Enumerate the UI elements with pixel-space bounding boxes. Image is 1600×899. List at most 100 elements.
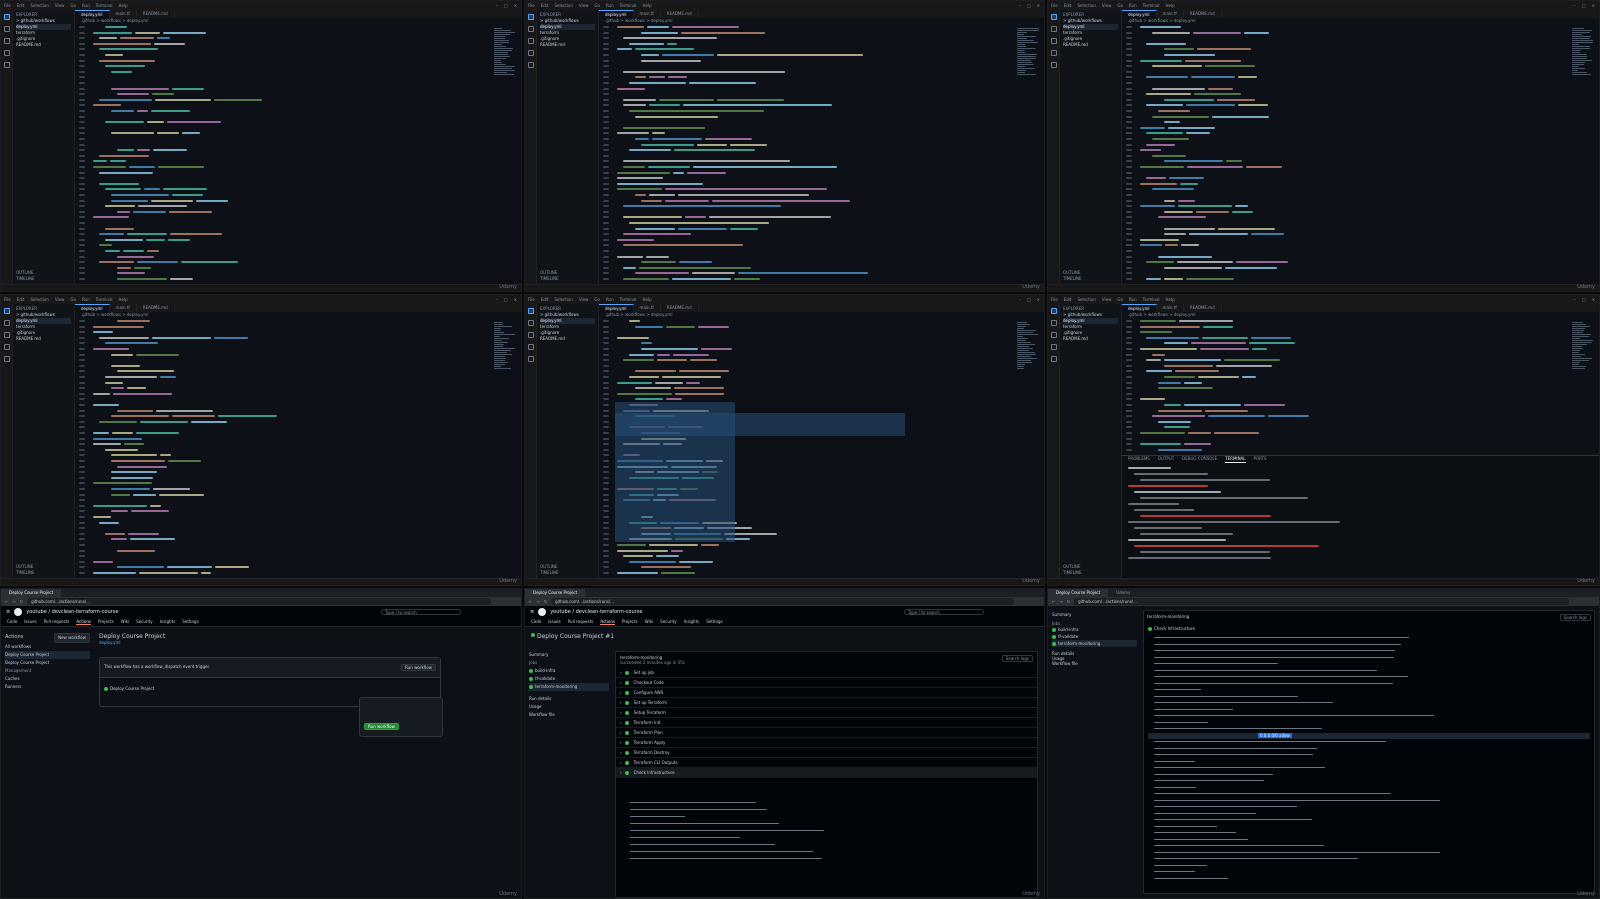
maximize-icon[interactable]: □ bbox=[1027, 297, 1031, 302]
menu-item[interactable]: Terminal bbox=[1143, 297, 1160, 302]
menu-item[interactable]: Go bbox=[70, 3, 76, 8]
search-icon[interactable] bbox=[3, 26, 10, 32]
step-name[interactable]: Check Infrastructure bbox=[634, 770, 675, 775]
browser-tab[interactable]: Udemy bbox=[1108, 589, 1138, 597]
job-item[interactable]: build-infra bbox=[1052, 626, 1137, 633]
browser-tab[interactable]: Deploy Course Project bbox=[1048, 589, 1109, 597]
menu-item[interactable]: Go bbox=[1117, 297, 1123, 302]
job-step[interactable]: › Set up job bbox=[616, 668, 1037, 678]
menu-item[interactable]: View bbox=[1102, 297, 1112, 302]
menu-item[interactable]: View bbox=[579, 3, 589, 8]
step-name[interactable]: Set up job bbox=[634, 670, 654, 675]
run-debug-icon[interactable] bbox=[3, 344, 10, 350]
code-editor[interactable] bbox=[599, 24, 1014, 284]
menu-item[interactable]: Selection bbox=[554, 3, 572, 8]
reload-icon[interactable]: ↻ bbox=[20, 599, 23, 604]
tab-0[interactable]: deploy.yml bbox=[599, 304, 634, 312]
job-step[interactable]: › Terraform Init bbox=[616, 718, 1037, 728]
timeline-label[interactable]: TIMELINE bbox=[1063, 570, 1082, 576]
workflow-file-link[interactable]: Workflow file bbox=[1052, 661, 1137, 666]
menu-item[interactable]: File bbox=[1051, 297, 1058, 302]
back-icon[interactable]: ← bbox=[1052, 599, 1055, 604]
step-name[interactable]: Set up Terraform bbox=[634, 700, 667, 705]
tab-0[interactable]: deploy.yml bbox=[1122, 304, 1157, 312]
menu-item[interactable]: Terminal bbox=[1143, 3, 1160, 8]
menu-item[interactable]: Go bbox=[1117, 3, 1123, 8]
terminal-tab[interactable]: PROBLEMS bbox=[1128, 456, 1150, 463]
tab-2[interactable]: README.md bbox=[137, 304, 175, 312]
step-name[interactable]: Terraform Apply bbox=[634, 740, 666, 745]
all-workflows-link[interactable]: All workflows bbox=[5, 643, 90, 651]
workflow-file-link[interactable]: Workflow file bbox=[529, 711, 609, 719]
nav-pull-requests[interactable]: Pull requests bbox=[568, 619, 594, 624]
explorer-item[interactable]: README.md bbox=[540, 42, 595, 48]
nav-security[interactable]: Security bbox=[660, 619, 676, 624]
menu-item[interactable]: Edit bbox=[17, 3, 25, 8]
job-step[interactable]: › Set up Terraform bbox=[616, 698, 1037, 708]
job-step[interactable]: › Terraform Plan bbox=[616, 728, 1037, 738]
menu-item[interactable]: Run bbox=[606, 297, 614, 302]
menu-item[interactable]: Run bbox=[606, 3, 614, 8]
nav-projects[interactable]: Projects bbox=[622, 619, 638, 624]
search-input[interactable]: Type / to search bbox=[904, 608, 984, 615]
tab-1[interactable]: main.tf bbox=[1157, 10, 1184, 18]
nav-code[interactable]: Code bbox=[531, 619, 541, 624]
search-logs-input[interactable]: Search logs bbox=[1001, 655, 1033, 662]
extensions-icon[interactable] bbox=[1050, 356, 1057, 362]
nav-code[interactable]: Code bbox=[7, 619, 17, 624]
search-icon[interactable] bbox=[527, 26, 534, 32]
menu-item[interactable]: Selection bbox=[1077, 3, 1095, 8]
menu-item[interactable]: File bbox=[4, 3, 11, 8]
menu-item[interactable]: Help bbox=[1166, 3, 1175, 8]
job-step[interactable]: › Setup Terraform bbox=[616, 708, 1037, 718]
back-icon[interactable]: ← bbox=[5, 599, 8, 604]
menu-item[interactable]: Terminal bbox=[96, 3, 113, 8]
files-icon[interactable] bbox=[527, 14, 534, 20]
menu-item[interactable]: File bbox=[528, 3, 535, 8]
job-item[interactable]: terraform-monitoring bbox=[1052, 640, 1137, 647]
job-step[interactable]: › Configure AWS bbox=[616, 688, 1037, 698]
minimize-icon[interactable]: – bbox=[496, 3, 498, 8]
workflow-link[interactable]: Deploy Course Project bbox=[5, 651, 90, 659]
code-editor[interactable] bbox=[75, 318, 491, 578]
menu-item[interactable]: Selection bbox=[30, 3, 48, 8]
timeline-label[interactable]: TIMELINE bbox=[1063, 276, 1082, 282]
workflow-link[interactable]: Deploy Course Project bbox=[5, 659, 90, 667]
menu-item[interactable]: Run bbox=[82, 3, 90, 8]
step-name[interactable]: Terraform CLI Outputs bbox=[634, 760, 678, 765]
step-name[interactable]: Configure AWS bbox=[634, 690, 664, 695]
menu-item[interactable]: Help bbox=[1166, 297, 1175, 302]
explorer-item[interactable]: README.md bbox=[540, 336, 595, 342]
repo-name[interactable]: youtube / devclean-terraform-course bbox=[26, 609, 118, 615]
close-icon[interactable]: ✕ bbox=[1592, 3, 1595, 8]
files-icon[interactable] bbox=[3, 14, 10, 20]
menu-item[interactable]: Run bbox=[1129, 3, 1137, 8]
menu-item[interactable]: View bbox=[55, 297, 65, 302]
url-field[interactable]: github.com/.../actions/runs/... bbox=[1074, 598, 1569, 605]
tab-0[interactable]: deploy.yml bbox=[75, 304, 110, 312]
close-icon[interactable]: ✕ bbox=[514, 3, 517, 8]
minimize-icon[interactable]: – bbox=[1574, 3, 1576, 8]
maximize-icon[interactable]: □ bbox=[1582, 297, 1586, 302]
url-field[interactable]: github.com/.../actions/runs/... bbox=[27, 598, 491, 605]
maximize-icon[interactable]: □ bbox=[504, 297, 508, 302]
job-step[interactable]: › Terraform CLI Outputs bbox=[616, 758, 1037, 768]
search-input[interactable]: Type / to search bbox=[381, 608, 461, 615]
menu-item[interactable]: Edit bbox=[17, 297, 25, 302]
nav-issues[interactable]: Issues bbox=[548, 619, 560, 624]
tab-1[interactable]: main.tf bbox=[634, 304, 661, 312]
run-debug-icon[interactable] bbox=[527, 344, 534, 350]
explorer-item[interactable]: README.md bbox=[16, 42, 71, 48]
job-item[interactable]: tf-validate bbox=[1052, 633, 1137, 640]
nav-issues[interactable]: Issues bbox=[24, 619, 36, 624]
files-icon[interactable] bbox=[1050, 308, 1057, 314]
search-icon[interactable] bbox=[3, 320, 10, 326]
terminal-panel[interactable]: PROBLEMS OUTPUT DEBUG CONSOLE TERMINAL PORTS bbox=[1122, 455, 1599, 578]
minimap[interactable] bbox=[491, 24, 521, 284]
run-debug-icon[interactable] bbox=[1050, 344, 1057, 350]
menu-item[interactable]: Edit bbox=[1064, 3, 1072, 8]
menu-item[interactable]: Edit bbox=[541, 297, 549, 302]
menu-item[interactable]: Selection bbox=[1077, 297, 1095, 302]
files-icon[interactable] bbox=[1050, 14, 1057, 20]
menu-item[interactable]: Run bbox=[1129, 297, 1137, 302]
